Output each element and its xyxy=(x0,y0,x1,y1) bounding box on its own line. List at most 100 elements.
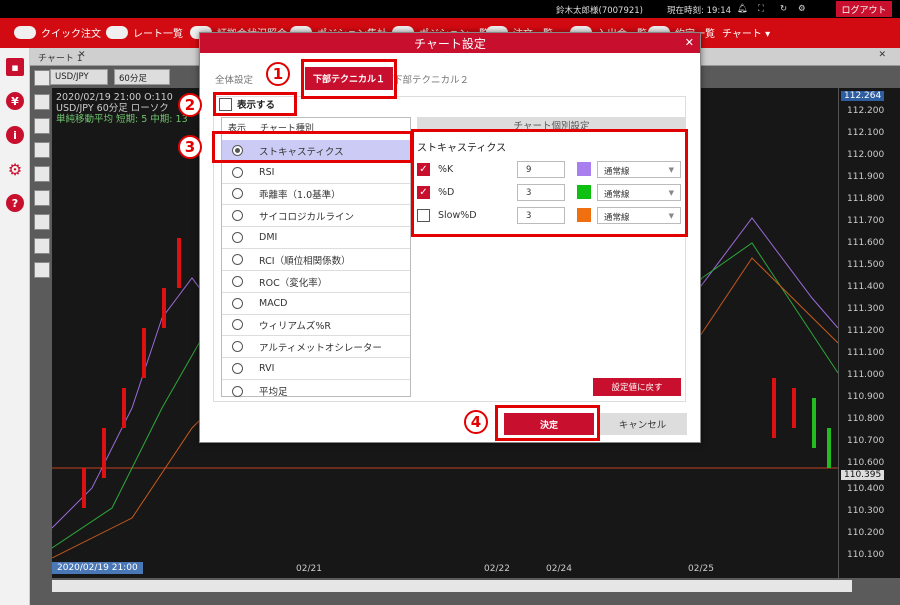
param-checkbox[interactable]: ✓ xyxy=(417,162,430,176)
table-row[interactable]: DMI xyxy=(222,227,410,249)
param-input[interactable]: 9 xyxy=(517,160,565,178)
hline-tool-icon[interactable] xyxy=(34,94,50,110)
col-show: 表示 xyxy=(228,124,247,134)
gear-icon[interactable]: ⚙ xyxy=(6,160,24,179)
radio-icon[interactable] xyxy=(232,188,243,199)
nav-chart-menu[interactable]: チャート ▾ xyxy=(722,25,770,40)
y-tick: 110.200 xyxy=(847,528,885,538)
grid-tool-icon[interactable] xyxy=(34,262,50,278)
refresh-icon[interactable]: ↻ xyxy=(780,4,787,14)
cancel-button[interactable]: キャンセル xyxy=(598,413,687,435)
table-row[interactable]: 乖離率（1.0基準） xyxy=(222,183,410,205)
price-axis: 112.264 112.200 112.100 112.000 111.900 … xyxy=(838,88,900,578)
logout-button[interactable]: ログアウト xyxy=(836,1,892,17)
indicator-name: MACD xyxy=(259,298,288,309)
cursor-tool-icon[interactable] xyxy=(34,142,50,158)
yen-icon[interactable]: ¥ xyxy=(6,92,24,110)
radio-icon[interactable] xyxy=(232,210,243,221)
table-row[interactable]: ROC（変化率） xyxy=(222,271,410,293)
eraser-tool-icon[interactable] xyxy=(34,166,50,182)
bell-icon[interactable]: 🔔︎ xyxy=(737,4,748,14)
table-row[interactable]: 平均足 xyxy=(222,380,410,402)
time-axis: 2020/02/19 21:00 02/21 02/22 02/24 02/25 xyxy=(52,560,838,578)
radio-icon[interactable] xyxy=(232,232,243,243)
bar-tool-icon[interactable] xyxy=(34,214,50,230)
y-tick: 110.800 xyxy=(847,414,885,424)
param-checkbox[interactable]: ✓ xyxy=(417,185,430,199)
table-row[interactable]: サイコロジカルライン xyxy=(222,205,410,227)
param-input[interactable]: 3 xyxy=(517,206,565,224)
fullscreen-icon[interactable]: ⛶ xyxy=(758,4,764,14)
chart-scrollbar[interactable] xyxy=(52,580,852,592)
tab-lower-technical-1[interactable]: 下部テクニカル１ xyxy=(305,67,393,90)
show-checkbox[interactable] xyxy=(219,97,232,111)
current-price-label: 112.264 xyxy=(841,91,885,101)
chart-window-title: チャート 1 xyxy=(38,54,83,64)
delete-tool-icon[interactable] xyxy=(34,190,50,206)
color-swatch[interactable] xyxy=(577,208,591,222)
info-icon[interactable]: i xyxy=(6,126,24,144)
toggle-icon xyxy=(106,26,128,39)
y-tick: 110.900 xyxy=(847,392,885,402)
nav-rate-list[interactable]: レート一覧 xyxy=(106,25,183,40)
drawing-tools xyxy=(34,68,52,298)
reset-button[interactable]: 設定値に戻す xyxy=(593,378,681,396)
indicator-name: ストキャスティクス xyxy=(259,146,344,158)
indicator-name: RCI（順位相関係数） xyxy=(259,255,351,267)
y-tick: 111.000 xyxy=(847,370,885,380)
table-row[interactable]: RCI（順位相関係数） xyxy=(222,249,410,271)
color-swatch[interactable] xyxy=(577,185,591,199)
nav-quick-order[interactable]: クイック注文 xyxy=(14,25,101,40)
radio-icon[interactable] xyxy=(232,341,243,352)
radio-icon[interactable] xyxy=(232,167,243,178)
symbol-select[interactable]: USD/JPY xyxy=(50,69,108,85)
save-icon[interactable]: ▪ xyxy=(6,58,24,76)
radio-icon[interactable] xyxy=(232,385,243,397)
table-header: 表示 チャート種別 xyxy=(222,118,410,134)
param-row: ✓ %D 3 通常線 ▼ xyxy=(417,182,686,202)
indicator-name: 平均足 xyxy=(259,387,288,398)
radio-icon[interactable] xyxy=(232,145,243,156)
table-row[interactable]: RSI xyxy=(222,162,410,184)
radio-icon[interactable] xyxy=(232,254,243,265)
param-input[interactable]: 3 xyxy=(517,183,565,201)
y-tick: 110.100 xyxy=(847,550,885,560)
indicator-name: ROC（変化率） xyxy=(259,277,328,289)
table-row[interactable]: MACD xyxy=(222,293,410,315)
indicator-table: 表示 チャート種別 ストキャスティクス RSI 乖離率（1.0基準） サイコロジ… xyxy=(221,117,411,398)
line-tool-icon[interactable] xyxy=(34,118,50,134)
timeframe-select[interactable]: 60分足 xyxy=(114,69,170,85)
table-row[interactable]: RVI xyxy=(222,358,410,380)
close-window-icon[interactable]: ✕ xyxy=(878,50,886,60)
close-icon[interactable]: ✕ xyxy=(685,36,694,49)
radio-icon[interactable] xyxy=(232,276,243,287)
y-tick: 112.000 xyxy=(847,150,885,160)
current-time: 現在時刻: 19:14 xyxy=(667,6,732,16)
close-tab-icon[interactable]: ✕ xyxy=(78,50,86,60)
color-swatch[interactable] xyxy=(577,162,591,176)
help-icon[interactable]: ? xyxy=(6,194,24,212)
y-tick: 111.500 xyxy=(847,260,885,270)
param-row: ✓ %K 9 通常線 ▼ xyxy=(417,159,686,179)
tab-general[interactable]: 全体設定 xyxy=(215,72,253,86)
dialog-title: チャート設定 xyxy=(200,33,700,53)
bid-ask-tool-icon[interactable] xyxy=(34,238,50,254)
chevron-down-icon: ▼ xyxy=(668,188,674,197)
tab-lower-technical-2[interactable]: 下部テクニカル２ xyxy=(393,72,469,86)
radio-icon[interactable] xyxy=(232,319,243,330)
show-toggle[interactable]: 表示する xyxy=(219,97,275,111)
x-tick: 02/21 xyxy=(296,564,322,574)
settings-icon[interactable]: ⚙ xyxy=(798,4,806,14)
param-checkbox[interactable] xyxy=(417,208,430,222)
toggle-icon xyxy=(14,26,36,39)
table-row[interactable]: ウィリアムズ%R xyxy=(222,314,410,336)
line-style-select[interactable]: 通常線 ▼ xyxy=(597,183,681,201)
radio-icon[interactable] xyxy=(232,363,243,374)
table-row[interactable]: アルティメットオシレーター xyxy=(222,336,410,358)
line-style-select[interactable]: 通常線 ▼ xyxy=(597,206,681,224)
trendline-tool-icon[interactable] xyxy=(34,70,50,86)
table-row[interactable]: ストキャスティクス xyxy=(222,140,410,162)
radio-icon[interactable] xyxy=(232,298,243,309)
ok-button[interactable]: 決定 xyxy=(504,413,594,435)
line-style-select[interactable]: 通常線 ▼ xyxy=(597,160,681,178)
